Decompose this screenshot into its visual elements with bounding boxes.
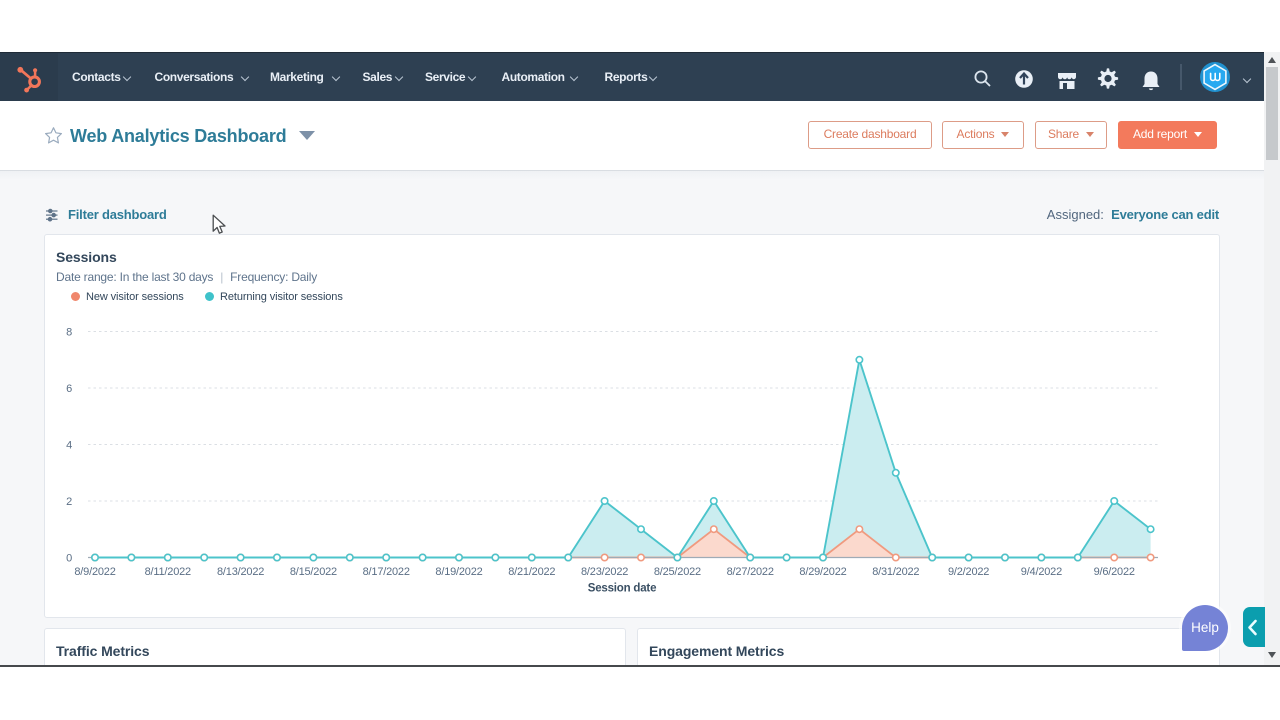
svg-text:8/9/2022: 8/9/2022 xyxy=(74,566,115,578)
svg-text:8/17/2022: 8/17/2022 xyxy=(363,566,410,578)
svg-text:8/19/2022: 8/19/2022 xyxy=(435,566,482,578)
svg-text:8/31/2022: 8/31/2022 xyxy=(872,566,919,578)
svg-text:8/29/2022: 8/29/2022 xyxy=(799,566,846,578)
svg-text:9/2/2022: 9/2/2022 xyxy=(948,566,989,578)
svg-text:6: 6 xyxy=(66,383,72,395)
svg-text:0: 0 xyxy=(66,553,72,565)
svg-text:8/15/2022: 8/15/2022 xyxy=(290,566,337,578)
svg-text:9/4/2022: 9/4/2022 xyxy=(1021,566,1062,578)
svg-text:4: 4 xyxy=(66,440,72,452)
svg-text:8/13/2022: 8/13/2022 xyxy=(217,566,264,578)
svg-text:8/21/2022: 8/21/2022 xyxy=(508,566,555,578)
svg-text:8: 8 xyxy=(66,327,72,339)
svg-text:8/25/2022: 8/25/2022 xyxy=(654,566,701,578)
svg-text:2: 2 xyxy=(66,496,72,508)
svg-text:9/6/2022: 9/6/2022 xyxy=(1094,566,1135,578)
svg-text:Session date: Session date xyxy=(588,583,657,595)
svg-text:8/23/2022: 8/23/2022 xyxy=(581,566,628,578)
svg-text:8/27/2022: 8/27/2022 xyxy=(727,566,774,578)
svg-text:8/11/2022: 8/11/2022 xyxy=(145,566,191,578)
